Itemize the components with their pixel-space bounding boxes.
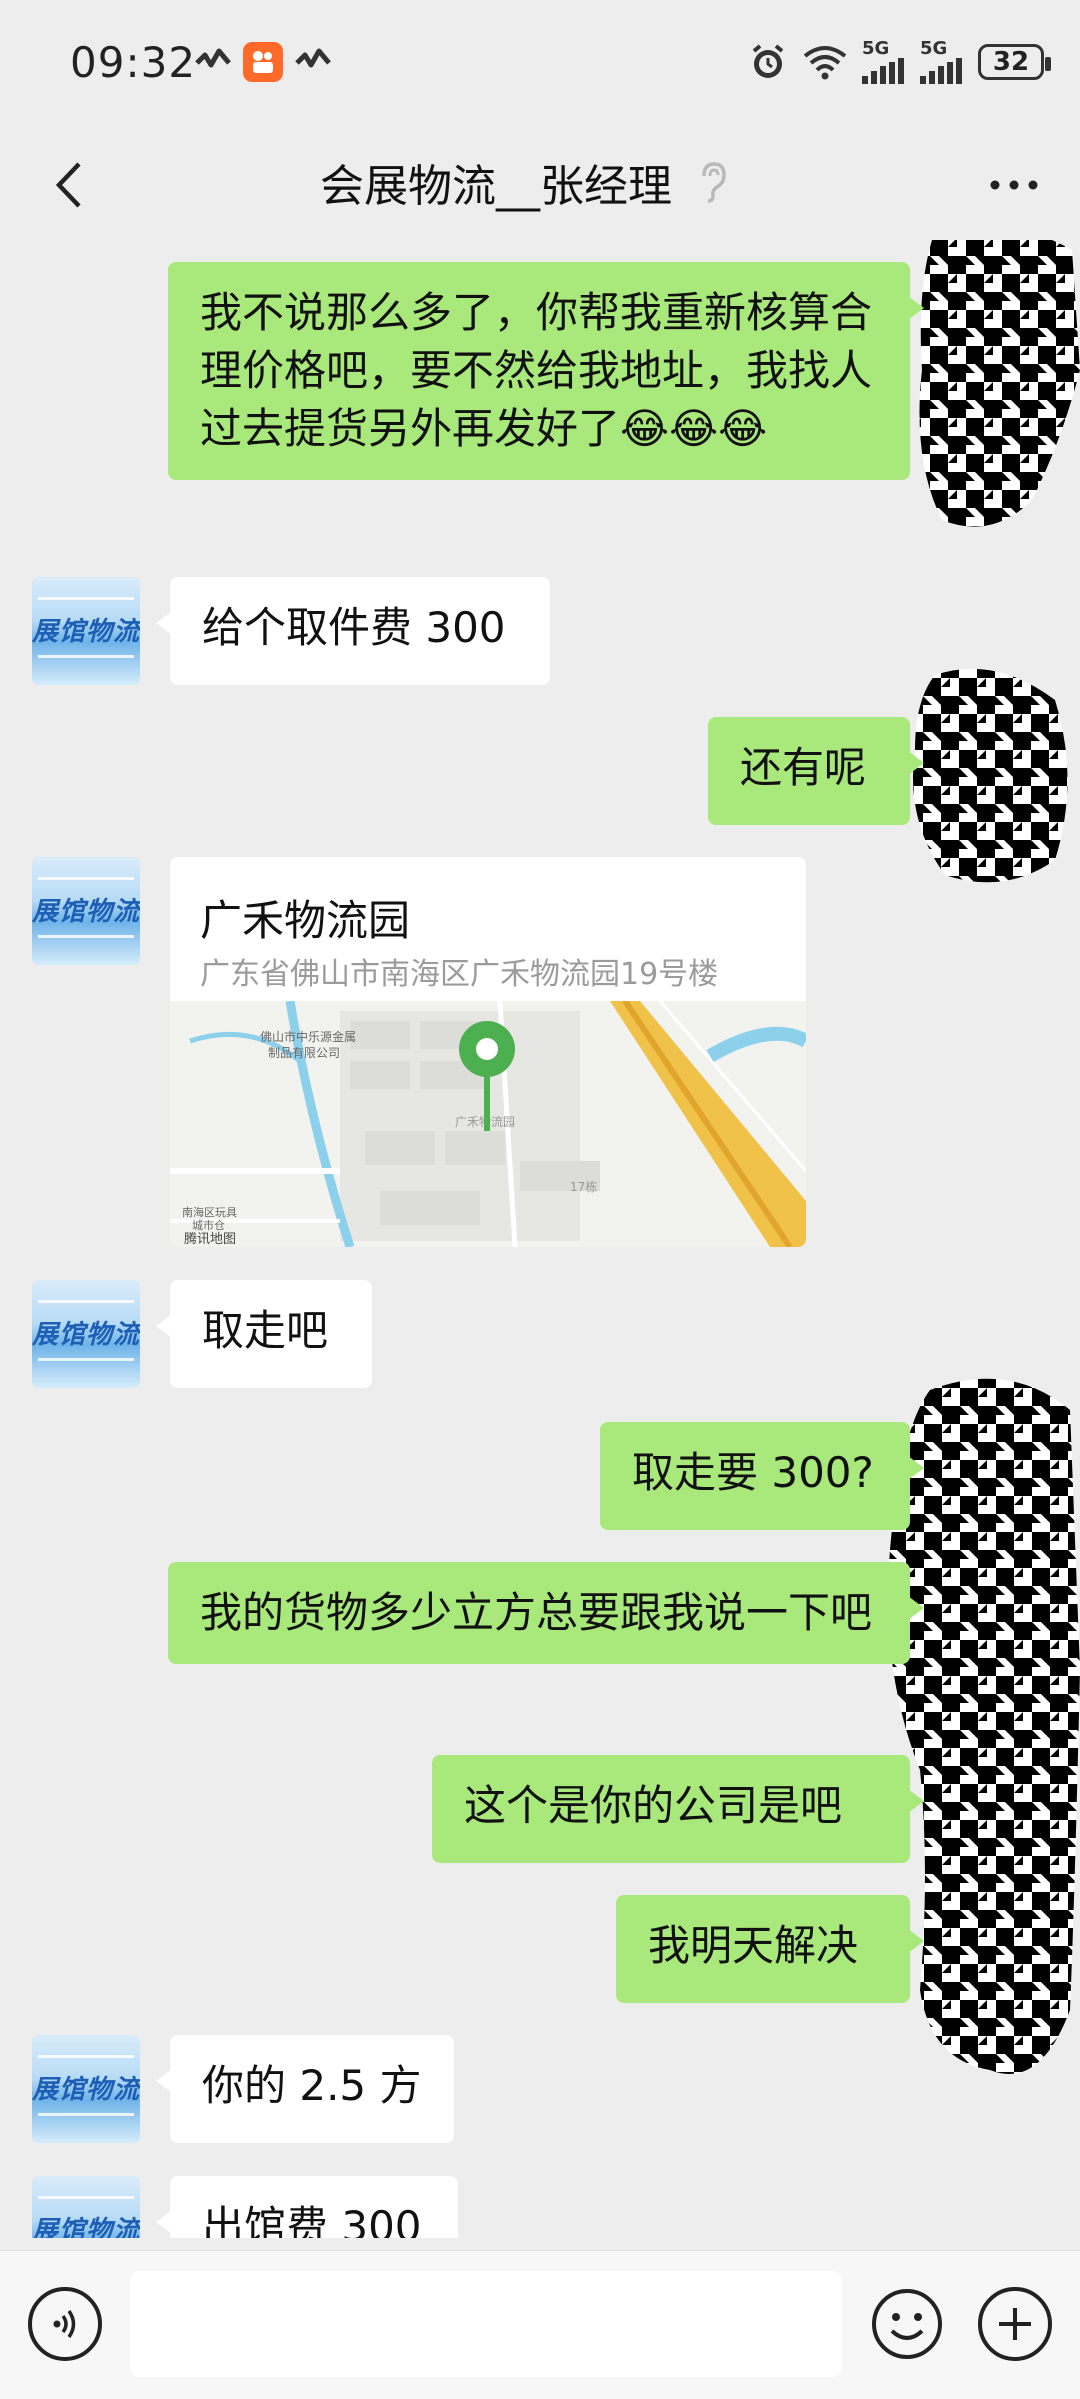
chat-header: 会展物流__张经理: [0, 130, 1080, 240]
battery-indicator: 32: [978, 44, 1051, 80]
chat-title-group: 会展物流__张经理: [320, 150, 728, 214]
signal-2: 5G: [920, 40, 964, 84]
heartbeat-icon: [195, 48, 231, 68]
smiley-icon: [872, 2289, 942, 2359]
message-bubble-outgoing[interactable]: 取走要 300?: [600, 1422, 924, 1530]
message-list[interactable]: 我不说那么多了，你帮我重新核算合理价格吧，要不然给我地址，我找人过去提货另外再发…: [0, 240, 1080, 2238]
network-type-1: 5G: [862, 38, 890, 59]
map-label: 城市仓: [192, 1218, 225, 1232]
message-bubble-outgoing[interactable]: 这个是你的公司是吧: [432, 1755, 924, 1863]
map-label: 17栋: [570, 1179, 597, 1194]
voice-icon: [53, 2310, 76, 2338]
heartbeat-icon-2: [295, 48, 331, 68]
map-label: 南海区玩具: [182, 1205, 237, 1219]
avatar-text: 展馆物流: [32, 2216, 140, 2238]
contact-avatar[interactable]: 展馆物流: [32, 2176, 140, 2238]
contact-avatar[interactable]: 展馆物流: [32, 577, 140, 685]
message-bubble-outgoing[interactable]: 我不说那么多了，你帮我重新核算合理价格吧，要不然给我地址，我找人过去提货另外再发…: [168, 262, 924, 480]
avatar-text: 展馆物流: [32, 1320, 140, 1350]
avatar-text: 展馆物流: [32, 2075, 140, 2105]
message-bubble-incoming[interactable]: 给个取件费 300: [156, 577, 550, 685]
message-bubble-incoming[interactable]: 取走吧: [156, 1280, 372, 1388]
message-bubble-incoming[interactable]: 出馆费 300: [156, 2176, 458, 2238]
chevron-left-icon: [55, 162, 81, 208]
voice-input-button[interactable]: [28, 2287, 102, 2361]
plus-icon: [999, 2308, 1031, 2340]
message-bubble-outgoing[interactable]: 我明天解决: [616, 1895, 924, 2003]
more-dots-icon: [990, 180, 1038, 190]
redaction-scribble-1: [919, 240, 1080, 527]
emoji-button[interactable]: [870, 2287, 944, 2361]
network-type-2: 5G: [920, 38, 948, 59]
chat-title: 会展物流__张经理: [320, 161, 672, 212]
contact-avatar[interactable]: 展馆物流: [32, 2035, 140, 2143]
signal-bars-icon: [862, 58, 904, 84]
back-button[interactable]: [38, 155, 98, 215]
location-map[interactable]: 佛山市中乐源金属 制品有限公司 广禾物流园 17栋 南海区玩具 城市仓 腾讯地图: [170, 999, 806, 1247]
status-bar: 09:32 5G 5G 32: [0, 0, 1080, 130]
more-actions-button[interactable]: [978, 2287, 1052, 2361]
more-options-button[interactable]: [982, 160, 1046, 210]
signal-bars-icon-2: [920, 58, 962, 84]
contact-avatar[interactable]: 展馆物流: [32, 857, 140, 965]
ear-icon: [702, 162, 726, 203]
battery-level: 32: [992, 47, 1030, 77]
status-notification-icons: [195, 42, 331, 82]
status-system-icons: 5G 5G 32: [748, 40, 1051, 84]
wifi-icon: [803, 46, 847, 80]
location-title: 广禾物流园: [200, 896, 411, 945]
location-address: 广东省佛山市南海区广禾物流园19号楼: [200, 957, 719, 992]
message-bubble-outgoing[interactable]: 还有呢: [708, 717, 924, 825]
map-label: 佛山市中乐源金属: [260, 1029, 356, 1044]
map-label: 制品有限公司: [268, 1046, 340, 1060]
avatar-text: 展馆物流: [32, 617, 140, 647]
kuaishou-app-icon: [243, 42, 283, 82]
contact-avatar[interactable]: 展馆物流: [32, 1280, 140, 1388]
status-time: 09:32: [70, 38, 197, 87]
avatar-text: 展馆物流: [32, 897, 140, 927]
map-label: 腾讯地图: [184, 1231, 236, 1247]
message-input[interactable]: [130, 2271, 842, 2377]
redaction-scribble-2: [913, 668, 1068, 883]
signal-1: 5G: [862, 40, 906, 84]
message-bubble-outgoing[interactable]: 我的货物多少立方总要跟我说一下吧: [168, 1562, 924, 1664]
message-bubble-incoming[interactable]: 你的 2.5 方: [156, 2035, 454, 2143]
alarm-icon: [752, 44, 784, 78]
map-graphic: 佛山市中乐源金属 制品有限公司 广禾物流园 17栋 南海区玩具 城市仓 腾讯地图: [170, 999, 806, 1247]
location-card[interactable]: 广禾物流园 广东省佛山市南海区广禾物流园19号楼 佛山市中乐源金属 制品有限公司…: [170, 857, 806, 1247]
input-bar: [0, 2250, 1080, 2399]
